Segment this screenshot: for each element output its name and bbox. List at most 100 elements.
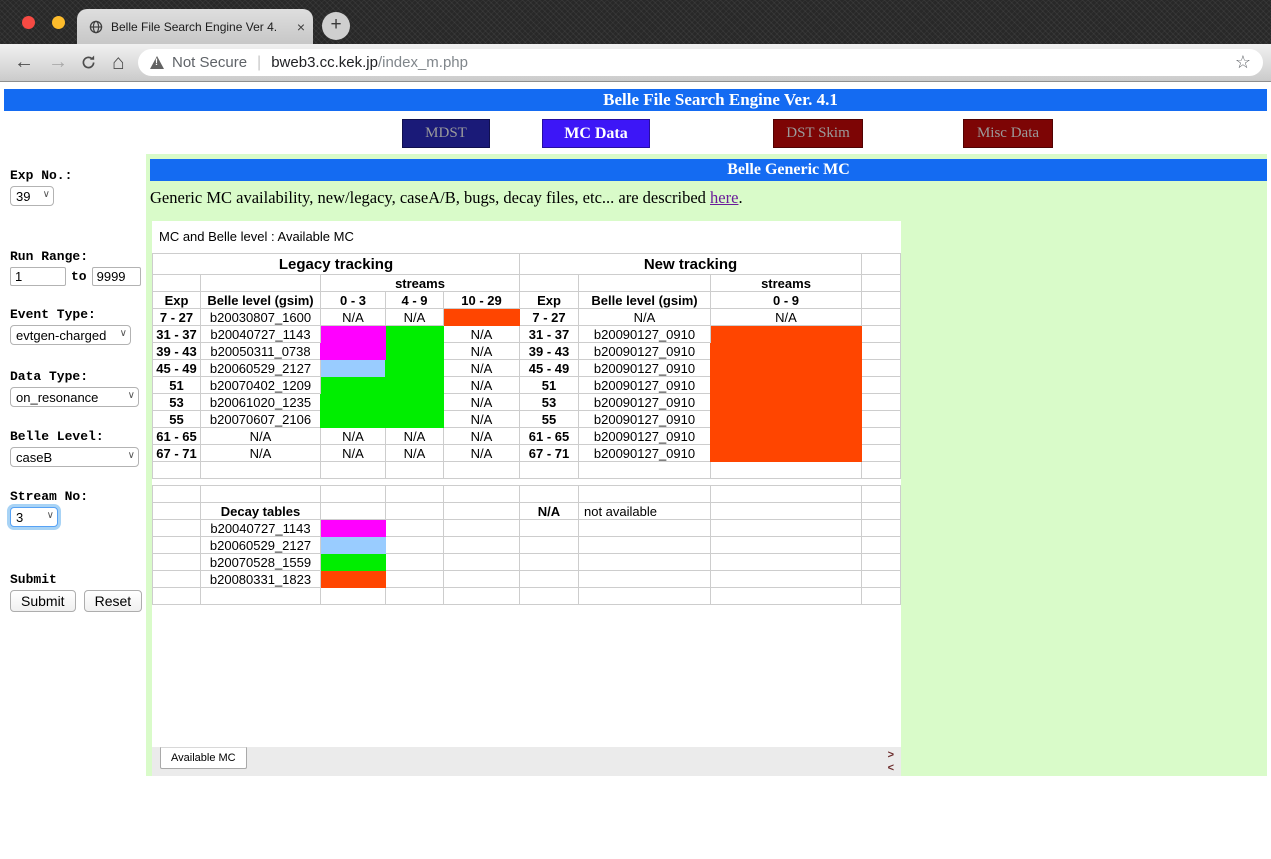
grid-cell: N/A: [386, 309, 444, 326]
grid-cell: [862, 343, 901, 360]
chevron-down-icon: ∨: [47, 510, 54, 521]
here-link[interactable]: here: [710, 188, 738, 207]
grid-cell: 53: [520, 394, 579, 411]
dst-skim-button[interactable]: DST Skim: [773, 119, 863, 148]
grid-cell: [153, 275, 201, 292]
data-type-select[interactable]: on_resonance∨: [10, 387, 139, 407]
scroll-left-icon[interactable]: <: [888, 762, 894, 775]
grid-cell: [520, 588, 579, 605]
grid-cell: N/A: [386, 428, 444, 445]
grid-cell: [862, 571, 901, 588]
forward-icon[interactable]: →: [48, 44, 68, 81]
grid-cell: [862, 554, 901, 571]
grid-cell: b20090127_0910: [579, 445, 711, 462]
color-cell: [321, 360, 386, 377]
belle-level-select[interactable]: caseB∨: [10, 447, 139, 467]
grid-cell: [386, 571, 444, 588]
grid-cell: [153, 520, 201, 537]
grid-cell: b20090127_0910: [579, 377, 711, 394]
event-type-select[interactable]: evtgen-charged∨: [10, 325, 131, 345]
url-host[interactable]: bweb3.cc.kek.jp: [271, 54, 378, 71]
run-from-input[interactable]: [10, 267, 66, 286]
url-bar[interactable]: Not Secure | bweb3.cc.kek.jp /index_m.ph…: [138, 49, 1263, 76]
grid-cell: [520, 462, 579, 479]
grid-cell: N/A: [444, 411, 520, 428]
submit-section-label: Submit: [10, 572, 146, 587]
grid-cell: 55: [520, 411, 579, 428]
window-close-button[interactable]: [22, 16, 35, 29]
window-minimize-button[interactable]: [52, 16, 65, 29]
grid-cell: 7 - 27: [520, 309, 579, 326]
grid-cell: [862, 309, 901, 326]
grid-cell: N/A: [444, 360, 520, 377]
tab-close-icon[interactable]: ×: [297, 20, 305, 34]
availability-spreadsheet: MC and Belle level : Available MC Legacy…: [152, 221, 901, 776]
grid-cell: 67 - 71: [520, 445, 579, 462]
reset-button[interactable]: Reset: [84, 590, 143, 612]
grid-cell: [201, 588, 321, 605]
grid-cell: Belle level (gsim): [579, 292, 711, 309]
grid-cell: 61 - 65: [520, 428, 579, 445]
grid-cell: b20080331_1823: [201, 571, 321, 588]
belle-level-label: Belle Level:: [10, 429, 146, 444]
misc-data-button[interactable]: Misc Data: [963, 119, 1053, 148]
grid-cell: [153, 503, 201, 520]
grid-cell: [153, 571, 201, 588]
grid-cell: [862, 360, 901, 377]
grid-cell: [579, 554, 711, 571]
grid-cell: not available: [579, 503, 711, 520]
grid-cell: [386, 554, 444, 571]
chevron-down-icon: ∨: [128, 390, 135, 401]
grid-cell: [520, 571, 579, 588]
grid-cell: N/A: [444, 445, 520, 462]
description-text: Generic MC availability, new/legacy, cas…: [150, 188, 1267, 208]
data-type-label: Data Type:: [10, 369, 146, 384]
grid-cell: 4 - 9: [386, 292, 444, 309]
grid-cell: [153, 486, 201, 503]
grid-cell: [444, 537, 520, 554]
stream-no-select[interactable]: 3∨: [10, 507, 58, 527]
grid-cell: 51: [520, 377, 579, 394]
results-panel: Belle Generic MC Generic MC availability…: [146, 154, 1267, 776]
grid-cell: [862, 292, 901, 309]
grid-cell: Exp: [153, 292, 201, 309]
mc-availability-table: Legacy trackingNew trackingstreamsstream…: [152, 253, 901, 479]
grid-cell: [321, 588, 386, 605]
sheet-tab-available-mc[interactable]: Available MC: [160, 747, 247, 769]
mc-data-button[interactable]: MC Data: [542, 119, 650, 148]
not-secure-label[interactable]: Not Secure: [172, 54, 247, 71]
search-form-sidebar: Exp No.: 39∨ Run Range: to Event Type: e…: [0, 154, 146, 776]
run-to-input[interactable]: [92, 267, 141, 286]
grid-cell: [579, 537, 711, 554]
submit-button[interactable]: Submit: [10, 590, 76, 612]
grid-cell: [862, 520, 901, 537]
browser-tab[interactable]: Belle File Search Engine Ver 4. ×: [77, 9, 313, 44]
grid-cell: [862, 275, 901, 292]
reload-icon[interactable]: [80, 44, 97, 81]
grid-cell: streams: [321, 275, 520, 292]
url-path[interactable]: /index_m.php: [378, 54, 468, 71]
grid-cell: [386, 520, 444, 537]
grid-cell: [444, 520, 520, 537]
grid-cell: b20060529_2127: [201, 360, 321, 377]
scroll-right-icon[interactable]: >: [888, 749, 894, 762]
grid-cell: 39 - 43: [153, 343, 201, 360]
grid-cell: [321, 462, 386, 479]
new-tab-button[interactable]: +: [322, 12, 350, 40]
sheet-tab-bar: Available MC > <: [152, 747, 901, 776]
exp-no-select[interactable]: 39∨: [10, 186, 54, 206]
grid-cell: 31 - 37: [520, 326, 579, 343]
grid-cell: [444, 486, 520, 503]
bookmark-star-icon[interactable]: ☆: [1235, 52, 1251, 73]
grid-cell: N/A: [386, 445, 444, 462]
grid-cell: N/A: [520, 503, 579, 520]
not-secure-warning-icon[interactable]: [150, 56, 164, 69]
home-icon[interactable]: ⌂: [112, 44, 125, 81]
grid-cell: b20070528_1559: [201, 554, 321, 571]
back-icon[interactable]: ←: [14, 44, 34, 81]
event-type-label: Event Type:: [10, 307, 146, 322]
grid-cell: Belle level (gsim): [201, 292, 321, 309]
mdst-data-button[interactable]: MDST Data: [402, 119, 490, 148]
color-cell: [321, 520, 386, 537]
grid-cell: [520, 554, 579, 571]
